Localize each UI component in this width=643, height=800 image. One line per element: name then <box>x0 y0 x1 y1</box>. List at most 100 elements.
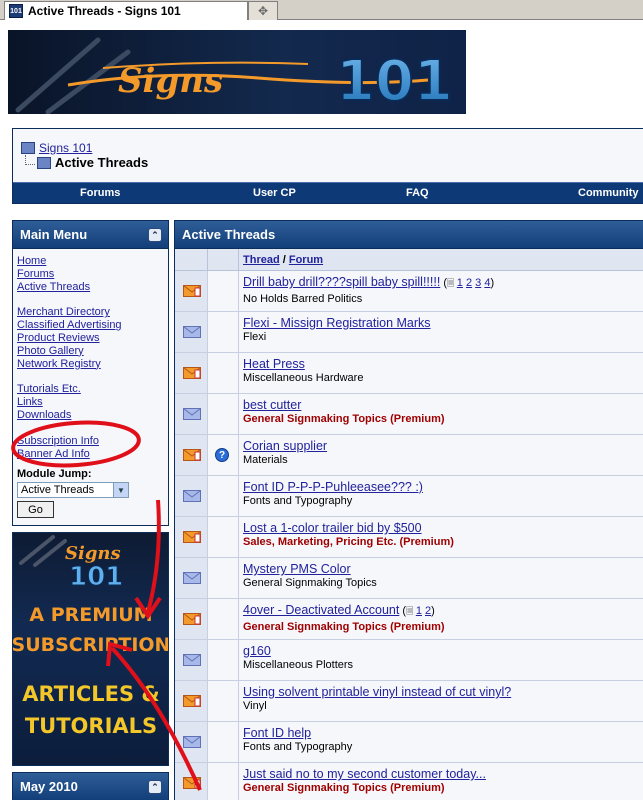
nav-user-cp[interactable]: User CP <box>253 187 296 199</box>
thread-title-link[interactable]: Mystery PMS Color <box>243 562 351 576</box>
nav-faq[interactable]: FAQ <box>406 187 429 199</box>
paintbrush-icon <box>15 37 131 114</box>
hot-thread-envelope-icon <box>183 695 201 707</box>
page-link[interactable]: 2 <box>466 277 472 289</box>
thread-forum-label: General Signmaking Topics (Premium) <box>243 413 445 425</box>
table-row: Lost a 1-color trailer bid by $500 Sales,… <box>175 517 643 558</box>
hot-thread-envelope-icon <box>183 449 201 461</box>
table-row: best cutter General Signmaking Topics (Pr… <box>175 394 643 435</box>
thread-envelope-icon <box>183 408 201 420</box>
new-tab-button[interactable]: ✥ <box>248 1 278 20</box>
browser-tab-title: Active Threads - Signs 101 <box>28 4 181 18</box>
menu-item-tutorials[interactable]: Tutorials Etc. <box>17 383 164 396</box>
table-row: Heat Press Miscellaneous Hardware <box>175 353 643 394</box>
ad-line-1: A PREMIUM <box>29 604 152 626</box>
page-link[interactable]: 1 <box>416 605 422 617</box>
thread-title-link[interactable]: Just said no to my second customer today… <box>243 767 486 781</box>
table-row: ? Corian supplier Materials <box>175 435 643 476</box>
menu-item-product-reviews[interactable]: Product Reviews <box>17 332 164 345</box>
ad-line-3: ARTICLES & <box>22 682 160 706</box>
banner-filler <box>466 30 643 114</box>
browser-tab-active[interactable]: 101 Active Threads - Signs 101 <box>4 1 248 20</box>
menu-item-network-registry[interactable]: Network Registry <box>17 358 164 371</box>
thread-envelope-icon <box>183 490 201 502</box>
hot-thread-envelope-icon <box>183 613 201 625</box>
table-row: Mystery PMS Color General Signmaking Topi… <box>175 558 643 599</box>
module-jump-label: Module Jump: <box>17 468 92 481</box>
thread-title-link[interactable]: Heat Press <box>243 357 305 371</box>
hot-thread-envelope-icon <box>183 777 201 789</box>
table-row: Flexi - Missign Registration Marks Flexi <box>175 312 643 353</box>
collapse-icon[interactable]: ⌃ <box>148 780 162 794</box>
table-row: Using solvent printable vinyl instead of… <box>175 681 643 722</box>
thread-envelope-icon <box>183 572 201 584</box>
menu-item-merchant-directory[interactable]: Merchant Directory <box>17 306 164 319</box>
thread-title-link[interactable]: Flexi - Missign Registration Marks <box>243 316 431 330</box>
collapse-icon[interactable]: ⌃ <box>148 228 162 242</box>
table-row: Font ID P-P-P-Puhleeasee??? :) Fonts and … <box>175 476 643 517</box>
page-link[interactable]: 2 <box>425 605 431 617</box>
banner-logo-number: 101 <box>336 49 453 114</box>
menu-item-links[interactable]: Links <box>17 396 164 409</box>
thread-pages: (🗏 1 2) <box>399 605 435 617</box>
page-link[interactable]: 1 <box>457 277 463 289</box>
thread-forum-label: Materials <box>243 454 288 466</box>
thread-forum-label: General Signmaking Topics (Premium) <box>243 621 445 633</box>
module-jump-select[interactable]: Active Threads ▼ <box>17 482 129 499</box>
main-menu-header: Main Menu ⌃ <box>13 221 168 249</box>
thread-title-link[interactable]: best cutter <box>243 398 301 412</box>
folder-icon <box>21 142 35 154</box>
thread-title-link[interactable]: Drill baby drill????spill baby spill!!!!… <box>243 275 440 289</box>
menu-item-downloads[interactable]: Downloads <box>17 409 164 422</box>
thread-forum-label: General Signmaking Topics (Premium) <box>243 782 445 794</box>
banner-logo-script: Signs <box>118 61 223 101</box>
active-threads-header: Active Threads <box>175 221 643 249</box>
active-threads-title: Active Threads <box>182 227 276 242</box>
hot-thread-envelope-icon <box>183 367 201 379</box>
browser-tab-bar: 101 Active Threads - Signs 101 ✥ <box>0 0 643 20</box>
thread-title-link[interactable]: g160 <box>243 644 271 658</box>
active-threads-table: Active Threads Thread / Forum Drill baby… <box>174 220 643 800</box>
menu-item-forums[interactable]: Forums <box>17 268 164 281</box>
menu-item-active-threads[interactable]: Active Threads <box>17 281 164 294</box>
sort-thread-link[interactable]: Thread <box>243 254 280 266</box>
site-favicon-icon: 101 <box>9 4 23 18</box>
thread-title-link[interactable]: Font ID P-P-P-Puhleeasee??? :) <box>243 480 423 494</box>
ad-art: Signs 101 A PREMIUM SUBSCRIPTION ARTICLE… <box>13 535 169 738</box>
thread-envelope-icon <box>183 326 201 338</box>
menu-item-photo-gallery[interactable]: Photo Gallery <box>17 345 164 358</box>
thread-title-link[interactable]: Using solvent printable vinyl instead of… <box>243 685 511 699</box>
menu-item-classified-advertising[interactable]: Classified Advertising <box>17 319 164 332</box>
table-row: Font ID help Fonts and Typography <box>175 722 643 763</box>
table-row: Just said no to my second customer today… <box>175 763 643 800</box>
nav-community[interactable]: Community <box>578 187 639 199</box>
page-link[interactable]: 3 <box>475 277 481 289</box>
calendar-title: May 2010 <box>20 779 78 794</box>
thread-rows: Drill baby drill????spill baby spill!!!!… <box>175 271 643 800</box>
ad-line-4: TUTORIALS <box>25 714 157 738</box>
thread-title-link[interactable]: Lost a 1-color trailer bid by $500 <box>243 521 422 535</box>
calendar-header: May 2010 ⌃ <box>13 773 168 800</box>
breadcrumb-root-link[interactable]: Signs 101 <box>39 141 92 155</box>
banner-art: Signs 101 <box>15 37 454 114</box>
thread-title-link[interactable]: Font ID help <box>243 726 311 740</box>
page-title: Active Threads <box>55 155 149 170</box>
folder-open-icon <box>37 156 51 169</box>
page-link[interactable]: 4 <box>484 277 490 289</box>
thread-title-link[interactable]: Corian supplier <box>243 439 327 453</box>
site-banner[interactable]: Signs 101 <box>8 30 466 114</box>
dropdown-arrow-icon[interactable]: ▼ <box>113 483 128 498</box>
sort-forum-link[interactable]: Forum <box>289 254 323 266</box>
nav-forums[interactable]: Forums <box>80 187 120 199</box>
go-button[interactable]: Go <box>17 501 54 519</box>
thread-envelope-icon <box>183 654 201 666</box>
calendar-box: May 2010 ⌃ <box>12 772 169 800</box>
ad-line-2: SUBSCRIPTION <box>13 634 169 656</box>
hot-thread-envelope-icon <box>183 531 201 543</box>
premium-subscription-ad[interactable]: Signs 101 A PREMIUM SUBSCRIPTION ARTICLE… <box>12 532 169 766</box>
menu-item-banner-ad-info[interactable]: Banner Ad Info <box>17 448 164 461</box>
thread-title-link[interactable]: 4over - Deactivated Account <box>243 603 399 617</box>
menu-item-subscription-info[interactable]: Subscription Info <box>17 435 164 448</box>
multipage-icon: 🗏 <box>447 278 457 288</box>
menu-item-home[interactable]: Home <box>17 255 164 268</box>
